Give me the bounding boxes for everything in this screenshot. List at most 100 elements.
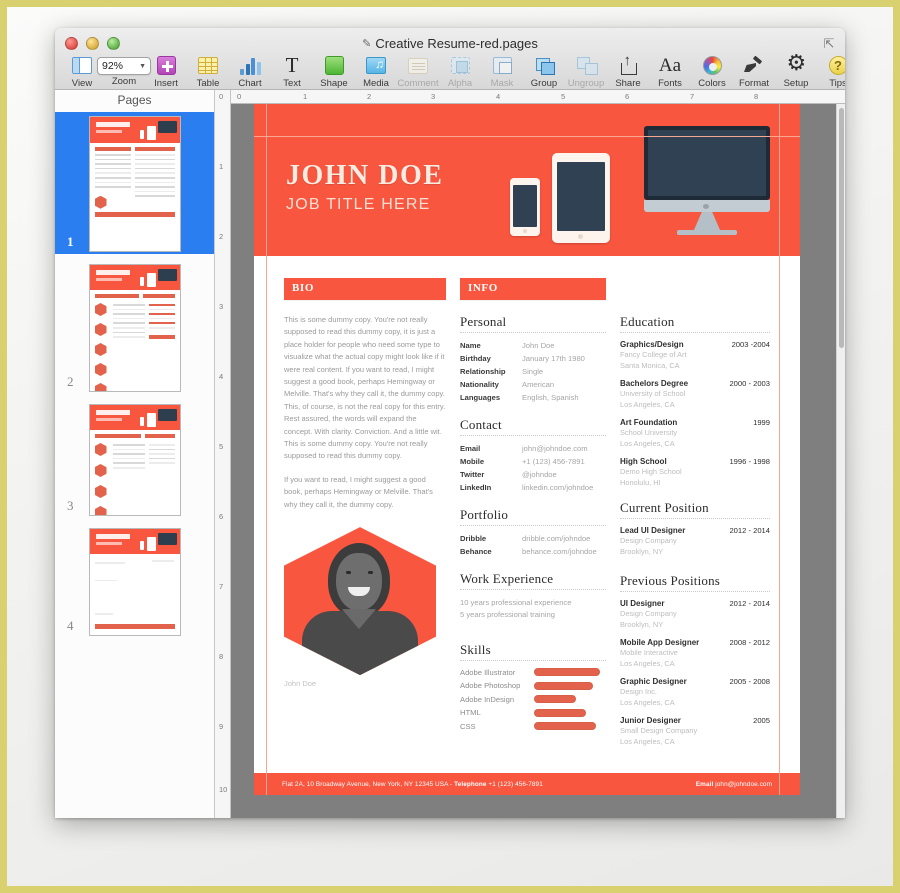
- scrollbar-thumb[interactable]: [839, 108, 844, 348]
- bio-banner-label: BIO: [292, 282, 314, 294]
- thumbnail-number-2: 2: [67, 374, 74, 389]
- entry-date: 2000 - 2003: [729, 379, 770, 388]
- previous-positions-heading: Previous Positions: [620, 573, 721, 588]
- ruler-v-tick: 4: [219, 372, 224, 381]
- window-title: ✎ Creative Resume-red.pages: [55, 36, 845, 51]
- thumb-header: [89, 265, 180, 290]
- personal-row: Name John Doe: [460, 340, 606, 352]
- toolbar-group-button[interactable]: Group: [523, 54, 565, 89]
- phone-illustration-icon: [510, 178, 540, 236]
- skills-heading: Skills: [460, 641, 491, 657]
- footer-telephone: +1 (123) 456-7891: [486, 780, 543, 788]
- resume-education-column: Education Graphics/Design 2003 -2004 Fanc…: [620, 278, 770, 755]
- entry-location: Los Angeles, CA: [620, 659, 675, 668]
- toolbar-comment-button[interactable]: Comment: [397, 54, 439, 89]
- profile-photo-block[interactable]: [284, 527, 436, 676]
- entry-location: Los Angeles, CA: [620, 400, 675, 409]
- page-thumbnail-2[interactable]: 2: [55, 260, 214, 394]
- current-position-entry: Lead UI Designer 2012 - 2014 Design Compa…: [620, 526, 770, 557]
- entry-date: 2005 - 2008: [729, 677, 770, 686]
- chart-icon: [240, 54, 261, 77]
- resume-header-band[interactable]: JOHN DOE JOB TITLE HERE: [254, 104, 800, 256]
- ungroup-icon: [576, 54, 598, 77]
- entry-title: Mobile App Designer: [620, 638, 700, 647]
- entry-date: 2012 - 2014: [729, 526, 770, 535]
- vertical-scrollbar[interactable]: [836, 104, 845, 818]
- portfolio-heading: Portfolio: [460, 506, 509, 522]
- toolbar-setup-button[interactable]: Setup: [775, 52, 817, 89]
- thumb-header: [89, 405, 180, 430]
- thumb-header: [89, 117, 180, 143]
- ruler-h-tick: 1: [303, 92, 308, 101]
- toolbar-fonts-button[interactable]: Aa Fonts: [649, 54, 691, 89]
- document-scroll-region[interactable]: JOHN DOE JOB TITLE HERE BIO This is some…: [231, 104, 845, 818]
- bio-paragraph-1: This is some dummy copy. You're not real…: [284, 315, 446, 461]
- toolbar-text-button[interactable]: T Text: [271, 54, 313, 90]
- ruler-v-tick: 2: [219, 232, 224, 241]
- toolbar-chart-label: Chart: [238, 78, 262, 89]
- toolbar-alpha-button[interactable]: Alpha: [439, 54, 481, 89]
- toolbar-table-button[interactable]: Table: [187, 54, 229, 89]
- entry-title: Art Foundation: [620, 418, 678, 427]
- row-key: Nationality: [460, 380, 499, 390]
- row-key: Email: [460, 443, 481, 453]
- page-thumbnail-1[interactable]: 1: [55, 112, 214, 254]
- ruler-v-tick: 6: [219, 512, 224, 521]
- toolbar-format-button[interactable]: Format: [733, 54, 775, 89]
- resume-document-page[interactable]: JOHN DOE JOB TITLE HERE BIO This is some…: [254, 104, 800, 795]
- entry-date: 2003 -2004: [731, 340, 770, 349]
- contact-row: LinkedIn linkedin.com/johndoe: [460, 482, 606, 494]
- entry-location: Los Angeles, CA: [620, 737, 675, 746]
- portfolio-row: Behance behance.com/johndoe: [460, 546, 606, 558]
- skill-track: [534, 668, 606, 677]
- ruler-h-tick: 2: [367, 92, 372, 101]
- comment-icon: [408, 54, 428, 77]
- toolbar-colors-button[interactable]: Colors: [691, 54, 733, 89]
- toolbar-share-button[interactable]: Share: [607, 52, 649, 89]
- ruler-v-tick: 5: [219, 442, 224, 451]
- toolbar-chart-button[interactable]: Chart: [229, 54, 271, 89]
- entry-location: Los Angeles, CA: [620, 439, 675, 448]
- horizontal-ruler[interactable]: 0 1 2 3 4 5 6 7 8: [231, 90, 845, 104]
- toolbar-tips-button[interactable]: ? Tips: [817, 54, 845, 89]
- page-thumbnail-4[interactable]: 4: [55, 524, 214, 638]
- ruler-h-tick: 7: [690, 92, 695, 101]
- fullscreen-icon[interactable]: ⇱: [822, 37, 836, 51]
- work-experience-line: 10 years professional experience: [460, 597, 572, 607]
- divider: [460, 659, 606, 661]
- toolbar-fonts-label: Fonts: [658, 78, 682, 89]
- skill-track: [534, 722, 606, 731]
- toolbar-media-button[interactable]: Media: [355, 54, 397, 89]
- previous-position-entry: UI Designer 2012 - 2014 Design Company Br…: [620, 599, 770, 630]
- zoom-value: 92%: [102, 60, 124, 72]
- profile-photo-hexagon: [284, 527, 436, 676]
- insert-icon: [156, 54, 176, 77]
- footer-email-label: Email: [695, 780, 714, 788]
- toolbar-text-label: Text: [283, 78, 301, 89]
- ruler-h-tick: 8: [754, 92, 759, 101]
- zoom-select[interactable]: 92% ▼: [97, 57, 151, 75]
- main-toolbar: View 92% ▼ Zoom Insert Table Chart T Tex…: [55, 52, 845, 90]
- toolbar-insert-button[interactable]: Insert: [145, 54, 187, 89]
- toolbar-alpha-label: Alpha: [447, 78, 473, 89]
- info-banner: INFO: [460, 278, 606, 300]
- toolbar-shape-button[interactable]: Shape: [313, 54, 355, 89]
- portfolio-row: Dribble dribble.com/johndoe: [460, 533, 606, 545]
- entry-org: Fancy College of Art: [620, 350, 687, 359]
- toolbar-zoom-control[interactable]: 92% ▼ Zoom: [97, 54, 151, 87]
- current-position-heading: Current Position: [620, 500, 709, 515]
- row-value: American: [522, 380, 555, 390]
- toolbar-tips-label: Tips: [829, 78, 845, 89]
- toolbar-ungroup-button[interactable]: Ungroup: [565, 54, 607, 89]
- ruler-h-tick: 6: [625, 92, 630, 101]
- row-value: behance.com/johndoe: [522, 546, 597, 556]
- toolbar-mask-button[interactable]: Mask: [481, 54, 523, 89]
- vertical-ruler[interactable]: 0 1 2 3 4 5 6 7 8 9 10: [215, 90, 231, 818]
- shape-icon: [324, 54, 344, 77]
- skill-bar: [534, 695, 576, 704]
- skill-track: [534, 681, 606, 690]
- row-value: January 17th 1980: [522, 354, 585, 364]
- entry-title: Lead UI Designer: [620, 526, 686, 535]
- footer-email: john@johndoe.com: [713, 780, 772, 788]
- page-thumbnail-3[interactable]: 3: [55, 400, 214, 518]
